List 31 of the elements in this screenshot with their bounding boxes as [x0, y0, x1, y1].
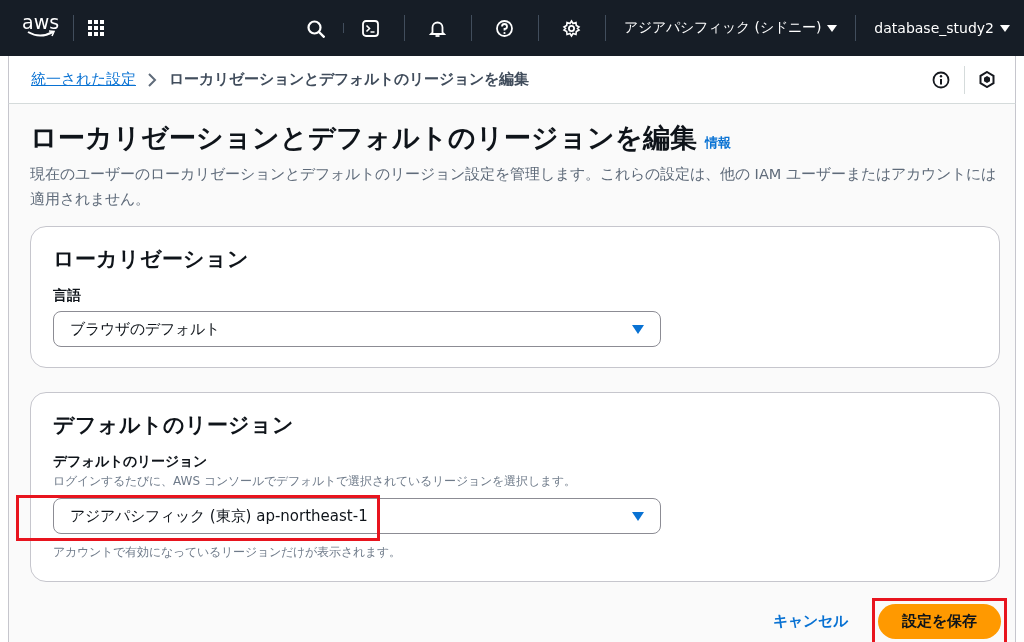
field-constraint: アカウントで有効になっているリージョンだけが表示されます。 — [53, 544, 402, 561]
page-title: ローカリゼーションとデフォルトのリージョンを編集 — [30, 121, 697, 155]
settings-icon[interactable] — [562, 18, 582, 38]
caret-icon — [632, 511, 644, 521]
cancel-link[interactable]: キャンセル — [773, 612, 848, 631]
field-description: ログインするたびに、AWS コンソールでデフォルトで選択されているリージョンを選択します。 — [53, 473, 577, 490]
breadcrumb-link[interactable]: 統一された設定 — [31, 70, 136, 89]
terminal-icon[interactable] — [361, 18, 381, 38]
caret-icon — [632, 324, 644, 334]
search-icon[interactable] — [306, 18, 326, 38]
aws-logo[interactable]: aws — [22, 14, 60, 42]
field-label: 言語 — [53, 287, 82, 305]
hexagon-icon[interactable] — [979, 71, 995, 88]
section-title: ローカリゼーション — [53, 246, 250, 273]
save-button[interactable]: 設定を保存 — [878, 604, 1001, 639]
select-field[interactable]: アジアパシフィック (東京) ap-northeast-1 — [53, 498, 661, 534]
field-label: デフォルトのリージョン — [53, 453, 208, 471]
section-title: デフォルトのリージョン — [53, 412, 295, 439]
smile-icon — [25, 30, 56, 38]
caret-icon — [827, 24, 838, 32]
help-icon[interactable] — [495, 18, 515, 38]
account-menu[interactable]: database_study2 — [870, 20, 1014, 36]
region-menu[interactable]: アジアパシフィック (シドニー) — [619, 19, 842, 37]
chevron-icon — [148, 72, 157, 87]
select-field[interactable]: ブラウザのデフォルト — [53, 311, 661, 347]
info-link[interactable]: 情報 — [705, 134, 731, 152]
page-description: 現在のユーザーのローカリゼーションとデフォルトのリージョン設定を管理します。これらの設定は、他の IAM ユーザーまたはアカウントには適用されません。 — [30, 165, 997, 209]
info-icon[interactable] — [932, 70, 950, 89]
breadcrumb-current: ローカリゼーションとデフォルトのリージョンを編集 — [169, 70, 529, 89]
apps-grid-icon[interactable] — [88, 20, 105, 36]
caret-icon — [1000, 24, 1010, 32]
